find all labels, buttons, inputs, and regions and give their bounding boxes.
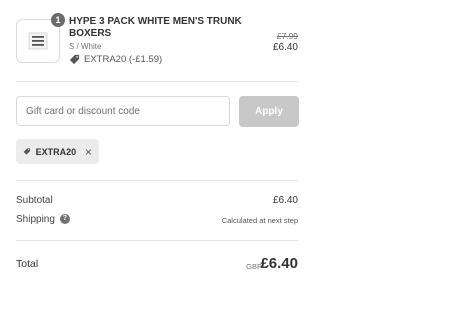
apply-button[interactable]: Apply [239, 96, 299, 127]
discount-code-input[interactable] [16, 96, 230, 126]
applied-code-text: EXTRA20 [35, 146, 77, 157]
total-value: £6.40 [260, 255, 298, 272]
boxers-thumbnail-icon [28, 32, 48, 50]
quantity-badge: 1 [51, 13, 65, 27]
shipping-row-label: Shipping? [16, 214, 70, 225]
help-icon[interactable]: ? [59, 214, 70, 225]
subtotal-value: £6.40 [272, 195, 298, 206]
applied-discount-tag: EXTRA20 [16, 139, 99, 164]
subtotal-label: Subtotal [16, 195, 53, 206]
product-name: HYPE 3 PACK WHITE MEN'S TRUNK BOXERS [69, 16, 242, 39]
total-label: Total [16, 258, 39, 270]
final-price: £6.40 [272, 42, 298, 53]
product-discount: EXTRA20 (-£1.59) [69, 54, 162, 65]
divider [16, 180, 298, 181]
close-icon[interactable] [85, 147, 92, 157]
tag-icon [69, 54, 80, 65]
product-discount-text: EXTRA20 (-£1.59) [84, 54, 163, 65]
shipping-value: Calculated at next step [221, 216, 298, 225]
divider [16, 81, 298, 82]
divider [16, 240, 298, 241]
shipping-label: Shipping [16, 214, 55, 225]
tag-icon [23, 148, 30, 155]
product-variant: S / White [69, 42, 102, 51]
original-price: £7.99 [276, 31, 298, 41]
